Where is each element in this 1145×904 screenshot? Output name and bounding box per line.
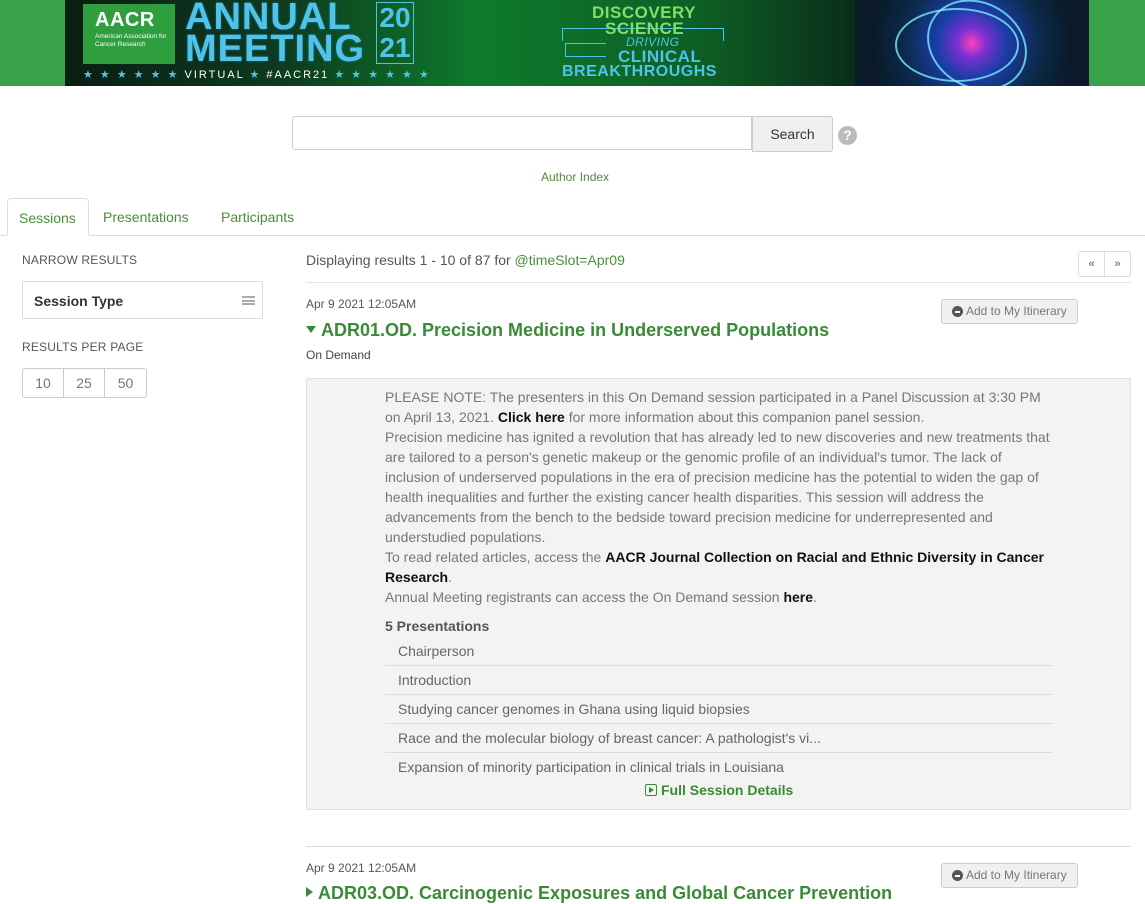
session-type-filter[interactable]: Session Type [22,281,263,319]
tab-presentations[interactable]: Presentations [103,198,189,236]
author-index-link[interactable]: Author Index [541,170,609,184]
search-input[interactable] [292,116,752,150]
access-suffix: . [813,589,817,605]
add-to-itinerary-button[interactable]: Add to My Itinerary [941,299,1078,324]
add-to-itinerary-label: Add to My Itinerary [966,868,1067,882]
session-date: Apr 9 2021 12:05AM [306,861,417,875]
minus-circle-icon [952,306,963,317]
banner-background: AACR American Association for Cancer Res… [0,0,1145,86]
search-button[interactable]: Search [752,116,833,152]
session-type: On Demand [306,348,371,362]
caret-right-icon [306,887,313,897]
presentation-item[interactable]: Race and the molecular biology of breast… [385,724,1053,753]
add-to-itinerary-button[interactable]: Add to My Itinerary [941,863,1078,888]
annual-meeting-banner: AACR American Association for Cancer Res… [65,0,1089,86]
session-date: Apr 9 2021 12:05AM [306,297,417,311]
banner-year: 20 21 [376,2,414,64]
results-summary-prefix: Displaying results 1 - 10 of 87 for [306,252,511,268]
minus-circle-icon [952,870,963,881]
caret-down-icon [306,326,316,333]
banner-arrow-frame-2 [565,43,606,57]
aacr-org-name: American Association for Cancer Research [95,33,167,48]
related-text: To read related articles, access the [385,549,602,565]
full-session-details-link[interactable]: Full Session Details [645,782,793,798]
note-text-2: for more information about this companio… [568,409,925,425]
on-demand-here-link[interactable]: here [783,589,813,605]
pager-next-button[interactable]: » [1105,252,1130,276]
session-title[interactable]: ADR01.OD. Precision Medicine in Underser… [306,320,829,341]
session-title[interactable]: ADR03.OD. Carcinogenic Exposures and Glo… [306,883,892,904]
banner-year-bottom: 21 [379,32,411,63]
pager: « » [1078,251,1131,277]
session-type-label: Session Type [34,293,124,309]
presentation-item[interactable]: Expansion of minority participation in c… [385,753,1053,781]
results-divider [306,282,1131,283]
presentations-count: 5 Presentations [385,618,490,634]
session-details-panel: PLEASE NOTE: The presenters in this On D… [306,378,1131,810]
results-summary: Displaying results 1 - 10 of 87 for @tim… [306,252,625,268]
banner-virtual-line: ★ ★ ★ ★ ★ ★ VIRTUAL ★ #AACR21 ★ ★ ★ ★ ★ … [83,69,431,81]
description-text: Precision medicine has ignited a revolut… [385,429,1050,545]
session-title-text: ADR01.OD. Precision Medicine in Underser… [321,320,830,340]
results-per-page-group: 10 25 50 [22,368,147,398]
per-page-50-button[interactable]: 50 [105,369,146,397]
tab-participants[interactable]: Participants [221,198,294,236]
banner-virtual: VIRTUAL [184,69,245,81]
banner-year-top: 20 [379,2,411,33]
per-page-10-button[interactable]: 10 [23,369,64,397]
per-page-25-button[interactable]: 25 [64,369,105,397]
play-square-icon [645,784,657,796]
presentation-item[interactable]: Studying cancer genomes in Ghana using l… [385,695,1053,724]
tab-sessions[interactable]: Sessions [7,198,89,236]
results-query: @timeSlot=Apr09 [514,252,625,268]
aacr-logo: AACR [95,9,155,31]
menu-icon [242,296,255,305]
presentations-list: Chairperson Introduction Studying cancer… [385,637,1053,781]
session-title-text: ADR03.OD. Carcinogenic Exposures and Glo… [318,883,893,903]
session-divider [306,846,1131,847]
click-here-link[interactable]: Click here [498,409,565,425]
session-description: PLEASE NOTE: The presenters in this On D… [385,387,1055,607]
banner-meeting: MEETING [185,28,366,70]
access-text: Annual Meeting registrants can access th… [385,589,780,605]
pager-prev-button[interactable]: « [1079,252,1105,276]
banner-artwork [855,0,1089,86]
banner-hashtag: #AACR21 [266,69,330,81]
narrow-results-heading: NARROW RESULTS [22,253,138,267]
add-to-itinerary-label: Add to My Itinerary [966,304,1067,318]
banner-tagline-breakthroughs: BREAKTHROUGHS [562,63,717,80]
presentation-item[interactable]: Chairperson [385,637,1053,666]
results-per-page-heading: RESULTS PER PAGE [22,340,144,354]
full-session-details-label: Full Session Details [661,782,794,798]
help-icon[interactable]: ? [838,126,857,145]
related-suffix: . [448,569,452,585]
presentation-item[interactable]: Introduction [385,666,1053,695]
